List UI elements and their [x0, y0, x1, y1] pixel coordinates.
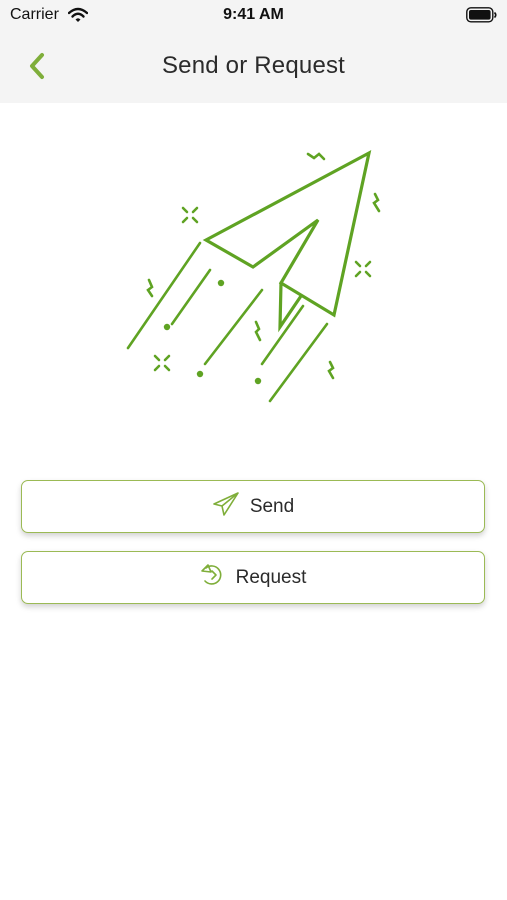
battery-icon — [466, 7, 497, 23]
paper-plane-illustration — [126, 149, 381, 403]
navigation-bar: Send or Request — [0, 30, 507, 103]
page-title: Send or Request — [161, 52, 346, 79]
send-button-label: Send — [249, 495, 295, 517]
request-button[interactable]: Request — [21, 551, 485, 604]
status-bar: Carrier 9:41 AM — [0, 0, 507, 30]
hero-illustration — [115, 140, 395, 425]
send-button[interactable]: Send — [21, 480, 485, 533]
paper-plane-icon — [212, 491, 240, 522]
request-button-label: Request — [235, 566, 307, 588]
request-arrow-icon — [200, 562, 226, 593]
status-time: 9:41 AM — [223, 6, 284, 23]
